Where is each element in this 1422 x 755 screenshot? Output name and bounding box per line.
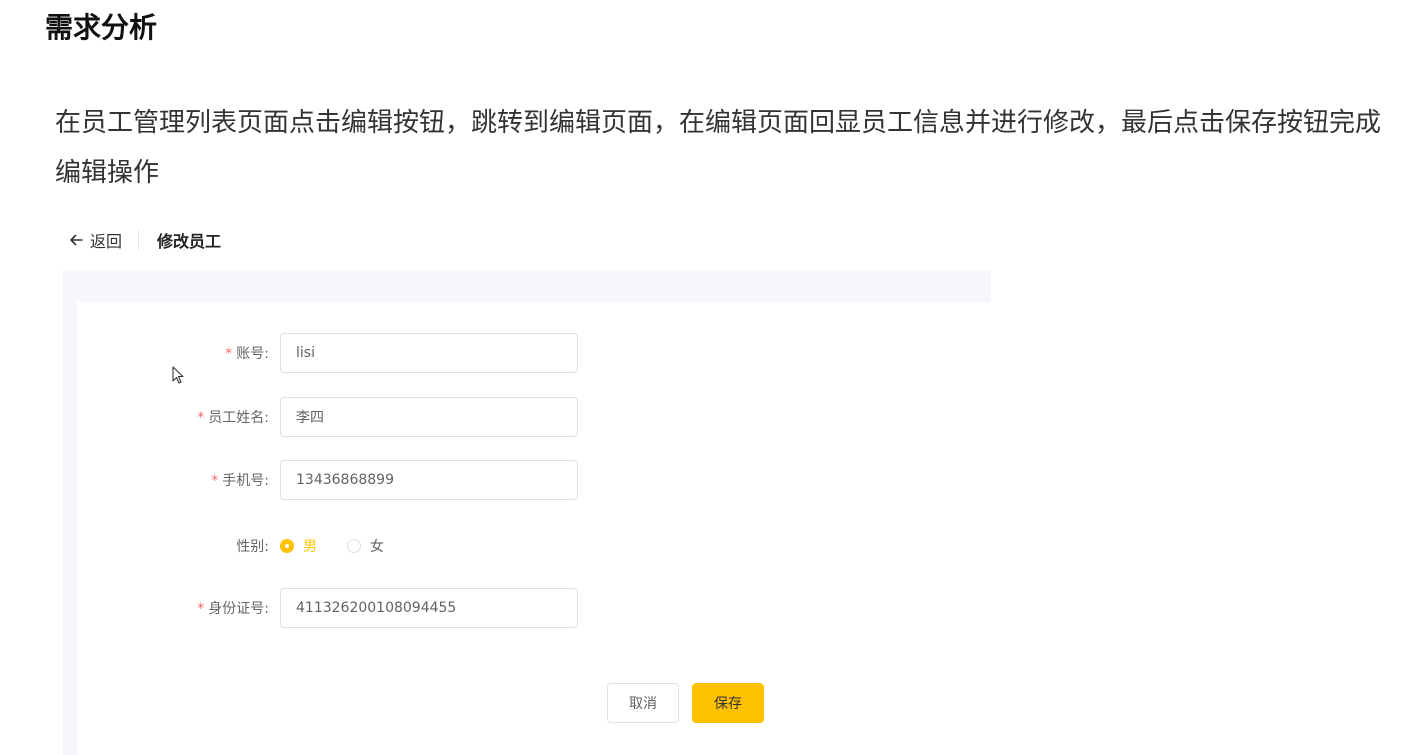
radio-unchecked-icon	[347, 539, 361, 553]
required-mark: *	[197, 601, 205, 617]
header-divider	[138, 230, 140, 250]
required-mark: *	[225, 346, 233, 362]
page: 需求分析 在员工管理列表页面点击编辑按钮，跳转到编辑页面，在编辑页面回显员工信息…	[0, 0, 1422, 755]
account-input[interactable]	[280, 333, 578, 373]
required-mark: *	[197, 410, 205, 426]
account-label: * 账号:	[225, 346, 269, 362]
phone-input[interactable]	[280, 460, 578, 500]
radio-checked-icon	[280, 539, 294, 553]
save-button[interactable]: 保存	[692, 683, 764, 723]
edit-employee-form: *账号: *员工姓名: *手机号: 性别: 男	[77, 302, 991, 755]
form-row-phone: * 手机号:	[77, 460, 578, 500]
form-row-account: * 账号:	[77, 333, 578, 373]
form-row-gender: 性别: 男 女	[77, 526, 414, 566]
page-header: 返回 修改员工	[68, 226, 221, 254]
form-row-name: * 员工姓名:	[77, 397, 578, 437]
phone-label: * 手机号:	[211, 473, 269, 489]
form-row-id-number: * 身份证号:	[77, 588, 578, 628]
name-label: * 员工姓名:	[197, 410, 269, 426]
arrow-left-icon	[68, 232, 84, 248]
gender-radio-group: 男 女	[280, 536, 414, 556]
doc-description: 在员工管理列表页面点击编辑按钮，跳转到编辑页面，在编辑页面回显员工信息并进行修改…	[55, 108, 1382, 188]
mouse-cursor-icon	[172, 366, 184, 384]
gender-label: 性别:	[236, 539, 269, 555]
id-number-input[interactable]	[280, 588, 578, 628]
page-title: 修改员工	[157, 232, 222, 251]
gender-male-label: 男	[303, 539, 317, 555]
name-input[interactable]	[280, 397, 578, 437]
doc-title: 需求分析	[45, 11, 158, 44]
gender-radio-female[interactable]: 女	[347, 536, 384, 556]
gender-radio-male[interactable]: 男	[280, 536, 317, 556]
back-button[interactable]: 返回	[68, 228, 122, 252]
cancel-button[interactable]: 取消	[607, 683, 679, 723]
gender-female-label: 女	[370, 539, 384, 555]
id-number-label: * 身份证号:	[197, 601, 269, 617]
back-label: 返回	[90, 232, 123, 251]
required-mark: *	[211, 473, 219, 489]
